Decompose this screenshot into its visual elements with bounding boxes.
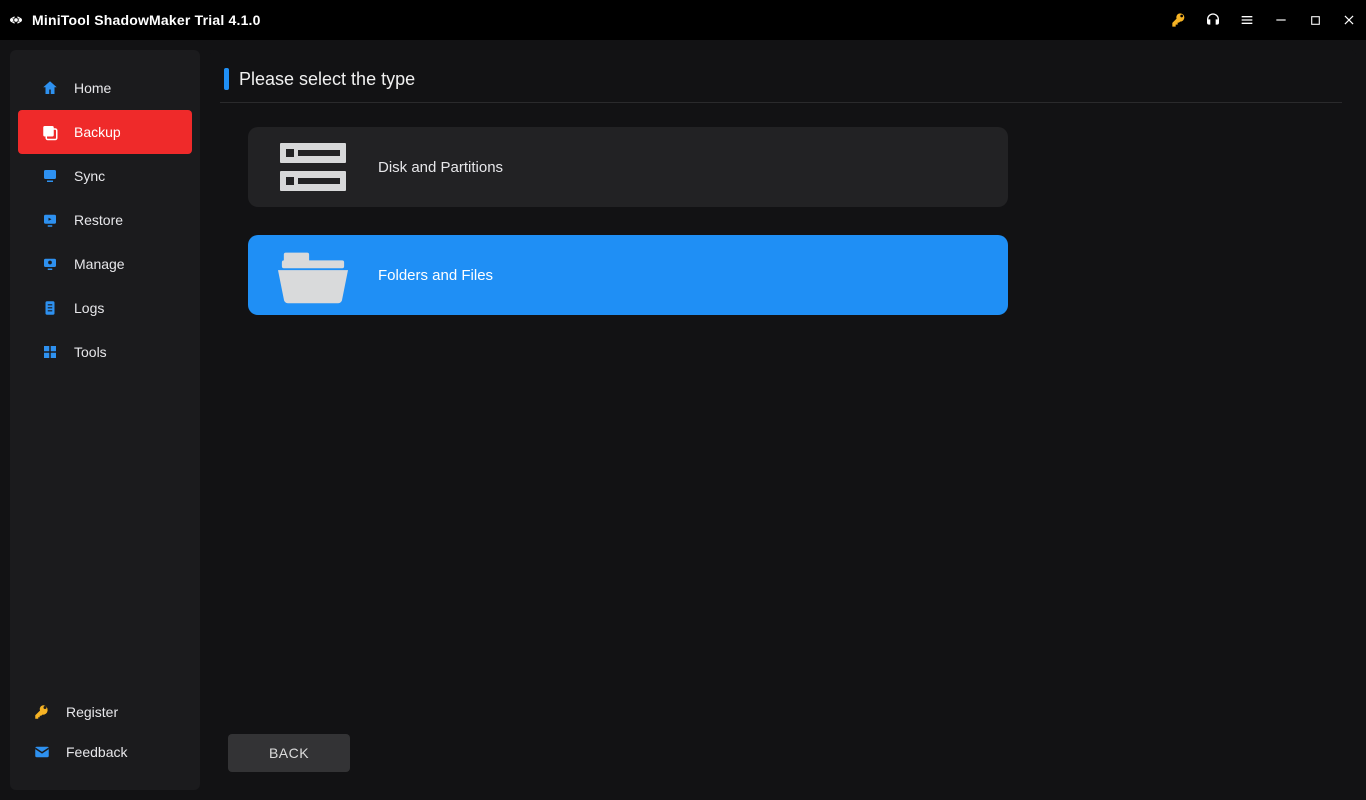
sidebar-item-label: Restore [74, 212, 123, 228]
page-title: Please select the type [239, 69, 415, 90]
backup-icon [40, 122, 60, 142]
sidebar-item-manage[interactable]: Manage [18, 242, 192, 286]
manage-icon [40, 254, 60, 274]
sidebar-item-label: Sync [74, 168, 105, 184]
sidebar-register-label: Register [66, 704, 118, 720]
accent-bar [224, 68, 229, 90]
sidebar-item-label: Backup [74, 124, 121, 140]
back-button[interactable]: BACK [228, 734, 350, 772]
sidebar-item-tools[interactable]: Tools [18, 330, 192, 374]
mail-icon [32, 742, 52, 762]
sidebar-item-backup[interactable]: Backup [18, 110, 192, 154]
sidebar-item-restore[interactable]: Restore [18, 198, 192, 242]
app-logo-icon [6, 10, 26, 30]
close-icon[interactable] [1340, 11, 1358, 29]
sidebar: Home Backup Sync Restore [10, 50, 200, 790]
main-content: Please select the type Disk and Partitio… [210, 50, 1356, 790]
option-folders-files[interactable]: Folders and Files [248, 235, 1008, 315]
option-disk-partitions[interactable]: Disk and Partitions [248, 127, 1008, 207]
sidebar-item-sync[interactable]: Sync [18, 154, 192, 198]
restore-icon [40, 210, 60, 230]
key-icon [32, 702, 52, 722]
sidebar-item-label: Tools [74, 344, 107, 360]
tools-icon [40, 342, 60, 362]
sidebar-register[interactable]: Register [10, 692, 200, 732]
folder-icon [278, 247, 348, 303]
option-label: Folders and Files [378, 267, 493, 284]
sidebar-item-label: Manage [74, 256, 125, 272]
app-title: MiniTool ShadowMaker Trial 4.1.0 [32, 12, 261, 28]
sidebar-item-logs[interactable]: Logs [18, 286, 192, 330]
logs-icon [40, 298, 60, 318]
register-key-icon[interactable] [1170, 11, 1188, 29]
sidebar-item-label: Logs [74, 300, 104, 316]
minimize-icon[interactable] [1272, 11, 1290, 29]
disk-icon [278, 139, 348, 195]
sidebar-feedback[interactable]: Feedback [10, 732, 200, 772]
support-icon[interactable] [1204, 11, 1222, 29]
sidebar-item-label: Home [74, 80, 111, 96]
menu-icon[interactable] [1238, 11, 1256, 29]
sync-icon [40, 166, 60, 186]
sidebar-feedback-label: Feedback [66, 744, 127, 760]
titlebar: MiniTool ShadowMaker Trial 4.1.0 [0, 0, 1366, 40]
home-icon [40, 78, 60, 98]
maximize-icon[interactable] [1306, 11, 1324, 29]
option-label: Disk and Partitions [378, 159, 503, 176]
page-header: Please select the type [220, 68, 1342, 103]
sidebar-item-home[interactable]: Home [18, 66, 192, 110]
back-button-label: BACK [269, 745, 309, 761]
